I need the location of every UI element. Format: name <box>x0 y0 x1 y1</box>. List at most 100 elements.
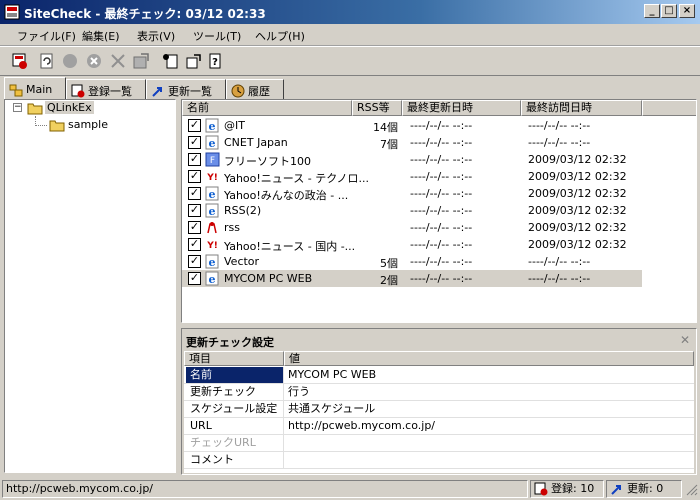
column-header-visited[interactable]: 最終訪問日時 <box>521 100 642 116</box>
row-name: Yahoo!ニュース - テクノロ... <box>224 172 370 185</box>
row-last-visited: ----/--/-- --:-- <box>528 272 591 285</box>
menu-tools[interactable]: ツール(T) <box>193 28 241 44</box>
close-button[interactable]: × <box>679 4 695 18</box>
row-checkbox[interactable]: ✓ <box>188 255 201 268</box>
table-row[interactable]: ✓ e CNET Japan 7個 ----/--/-- --:-- ----/--/--… <box>182 134 642 151</box>
app-icon <box>4 4 20 20</box>
title-bar[interactable]: SiteCheck - 最終チェック: 03/12 02:33 _ □ × <box>0 0 700 24</box>
properties-icon[interactable] <box>131 51 151 71</box>
folder-icon <box>49 120 65 132</box>
new-icon[interactable] <box>160 51 180 71</box>
check-icon[interactable] <box>60 51 80 71</box>
tab-registered-list[interactable]: 登録一覧 <box>66 79 146 99</box>
row-checkbox[interactable]: ✓ <box>188 170 201 183</box>
tree-root-label[interactable]: QLinkEx <box>45 101 94 114</box>
table-row[interactable]: ✓ e @IT 14個 ----/--/-- --:-- ----/--/-- --:-- <box>182 117 642 134</box>
svg-text:e: e <box>209 273 216 286</box>
row-name: rss <box>224 221 240 234</box>
row-rss-count: 2個 <box>380 274 398 287</box>
row-name: RSS(2) <box>224 204 262 217</box>
tab-registered-list-label: 登録一覧 <box>88 84 132 98</box>
table-row[interactable]: ✓ Y! Yahoo!ニュース - テクノロ... ----/--/-- --:-- 2… <box>182 168 642 185</box>
register-icon[interactable] <box>10 51 30 71</box>
resize-grip-icon[interactable] <box>684 482 698 496</box>
status-registered-label: 登録: 10 <box>551 482 595 495</box>
tab-update-list[interactable]: 更新一覧 <box>146 79 226 99</box>
menu-edit[interactable]: 編集(E) <box>82 28 120 44</box>
stop-icon[interactable] <box>84 51 104 71</box>
site-list: 名前 RSS等 最終更新日時 最終訪問日時 ✓ e @IT 14個 ----/--/--… <box>181 99 697 323</box>
collapse-toggle[interactable]: − <box>13 103 22 112</box>
tree-child-label[interactable]: sample <box>68 118 108 131</box>
maximize-button[interactable]: □ <box>661 4 677 18</box>
row-checkbox[interactable]: ✓ <box>188 204 201 217</box>
settings-row[interactable]: チェックURL <box>184 435 694 452</box>
row-name: @IT <box>224 119 245 132</box>
row-checkbox[interactable]: ✓ <box>188 221 201 234</box>
row-last-visited: ----/--/-- --:-- <box>528 255 591 268</box>
settings-row[interactable]: URL http://pcweb.mycom.co.jp/ <box>184 418 694 435</box>
row-name: フリーソフト100 <box>224 155 311 168</box>
svg-text:Y!: Y! <box>206 173 218 183</box>
settings-value[interactable]: MYCOM PC WEB <box>288 367 376 383</box>
folder-tree[interactable]: − QLinkEx sample <box>4 99 176 473</box>
menu-view[interactable]: 表示(V) <box>137 28 175 44</box>
row-last-updated: ----/--/-- --:-- <box>410 272 473 285</box>
row-last-updated: ----/--/-- --:-- <box>410 119 473 132</box>
settings-row[interactable]: 更新チェック 行う <box>184 384 694 401</box>
refresh-icon[interactable] <box>37 51 57 71</box>
row-checkbox[interactable]: ✓ <box>188 272 201 285</box>
ie-icon: e <box>205 254 220 269</box>
settings-value[interactable]: 行う <box>288 384 310 400</box>
status-updated: 更新: 0 <box>606 480 682 498</box>
table-row[interactable]: ✓ e RSS(2) ----/--/-- --:-- 2009/03/12 02:32 <box>182 202 642 219</box>
row-checkbox[interactable]: ✓ <box>188 136 201 149</box>
svg-text:e: e <box>209 120 216 133</box>
settings-close-icon[interactable]: ✕ <box>680 333 690 347</box>
tab-main[interactable]: Main <box>4 77 66 99</box>
row-name: Yahoo!みんなの政治 - ... <box>224 189 349 202</box>
table-row[interactable]: ✓ rss ----/--/-- --:-- 2009/03/12 02:32 <box>182 219 642 236</box>
ie-icon: e <box>205 186 220 201</box>
menu-file[interactable]: ファイル(F) <box>17 28 76 44</box>
tree-line <box>35 125 47 126</box>
row-checkbox[interactable]: ✓ <box>188 187 201 200</box>
delete-icon[interactable] <box>108 51 128 71</box>
rss-red-icon <box>205 220 220 235</box>
row-name: Vector <box>224 255 260 268</box>
row-last-updated: ----/--/-- --:-- <box>410 221 473 234</box>
table-row[interactable]: ✓ e Vector 5個 ----/--/-- --:-- ----/--/-- --:… <box>182 253 642 270</box>
settings-row[interactable]: 名前 MYCOM PC WEB <box>184 367 694 384</box>
row-checkbox[interactable]: ✓ <box>188 238 201 251</box>
column-header-name[interactable]: 名前 <box>182 100 352 116</box>
status-updated-label: 更新: 0 <box>627 482 664 495</box>
minimize-button[interactable]: _ <box>644 4 660 18</box>
registered-list-icon <box>71 84 85 97</box>
column-header-updated[interactable]: 最終更新日時 <box>402 100 521 116</box>
row-last-visited: 2009/03/12 02:32 <box>528 187 627 200</box>
table-row[interactable]: ✓ F フリーソフト100 ----/--/-- --:-- 2009/03/12 02… <box>182 151 642 168</box>
row-checkbox[interactable]: ✓ <box>188 119 201 132</box>
settings-row[interactable]: コメント <box>184 452 694 469</box>
row-last-visited: 2009/03/12 02:32 <box>528 221 627 234</box>
table-row[interactable]: ✓ e MYCOM PC WEB 2個 ----/--/-- --:-- ----/--/… <box>182 270 642 287</box>
settings-row[interactable]: スケジュール設定 共通スケジュール <box>184 401 694 418</box>
column-header-rss[interactable]: RSS等 <box>352 100 402 116</box>
table-row[interactable]: ✓ Y! Yahoo!ニュース - 国内 -... ----/--/-- --:-- 2… <box>182 236 642 253</box>
settings-value[interactable]: http://pcweb.mycom.co.jp/ <box>288 418 435 434</box>
settings-value[interactable]: 共通スケジュール <box>288 401 375 417</box>
settings-key: コメント <box>186 452 284 468</box>
import-icon[interactable] <box>183 51 203 71</box>
tab-bar: Main 登録一覧 更新一覧 履歴 <box>0 77 700 99</box>
row-rss-count: 5個 <box>380 257 398 270</box>
tab-history[interactable]: 履歴 <box>226 79 284 99</box>
row-checkbox[interactable]: ✓ <box>188 153 201 166</box>
menu-help[interactable]: ヘルプ(H) <box>255 28 305 44</box>
tab-main-label: Main <box>26 83 53 96</box>
row-rss-count: 7個 <box>380 138 398 151</box>
table-row[interactable]: ✓ e Yahoo!みんなの政治 - ... ----/--/-- --:-- 2009… <box>182 185 642 202</box>
svg-text:?: ? <box>212 57 218 68</box>
freesoft-icon: F <box>205 152 220 167</box>
help-icon[interactable]: ? <box>205 51 225 71</box>
settings-key: 名前 <box>186 367 284 383</box>
